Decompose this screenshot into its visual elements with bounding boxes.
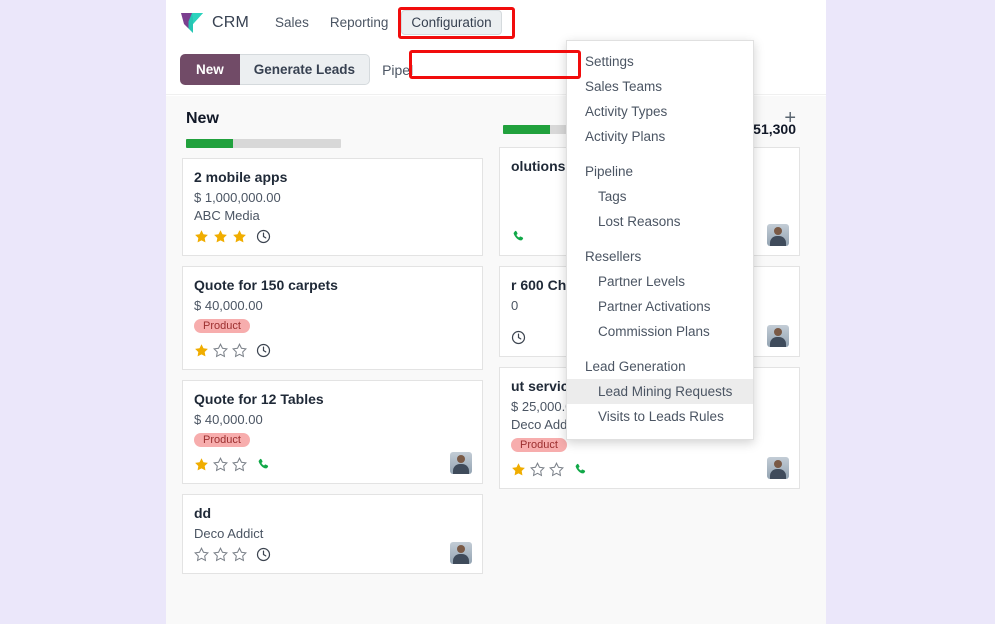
card-footer: [511, 459, 788, 479]
clock-icon[interactable]: [511, 330, 526, 345]
top-navigation-bar: CRM Sales Reporting Configuration: [166, 0, 826, 45]
star-icon[interactable]: [530, 461, 545, 477]
card-amount: $ 40,000.00: [194, 298, 263, 313]
menu-item-settings[interactable]: Settings: [567, 49, 753, 74]
avatar[interactable]: [450, 542, 472, 564]
star-icon[interactable]: [194, 229, 209, 244]
progress-fill: [503, 124, 550, 134]
clock-icon[interactable]: [256, 343, 271, 358]
menu-item-lead-mining-requests[interactable]: Lead Mining Requests: [567, 379, 753, 404]
avatar[interactable]: [767, 325, 789, 347]
card-tag[interactable]: Product: [194, 319, 250, 333]
card-tag[interactable]: Product: [194, 433, 250, 447]
screenshot-root: CRM Sales Reporting Configuration New Ge…: [0, 0, 995, 624]
card-footer: [194, 226, 471, 246]
progress-track: [186, 139, 341, 148]
brand[interactable]: CRM: [180, 12, 249, 34]
nav-links: Sales Reporting Configuration: [267, 10, 502, 35]
menu-group-resellers: Resellers: [585, 249, 642, 264]
star-icon[interactable]: [232, 229, 247, 244]
kanban-column-header: New: [182, 96, 483, 148]
crm-logo-icon: [180, 12, 204, 34]
star-icon[interactable]: [194, 343, 209, 358]
avatar[interactable]: [767, 224, 789, 246]
menu-item-tags[interactable]: Tags: [567, 184, 753, 209]
kanban-column-meter: [186, 139, 479, 148]
plus-icon[interactable]: +: [784, 108, 796, 128]
card-title: Quote for 12 Tables: [194, 391, 324, 407]
menu-group-lead-generation: Lead Generation: [585, 359, 686, 374]
clock-icon[interactable]: [256, 229, 271, 244]
star-icon[interactable]: [232, 456, 247, 472]
menu-item-visits-to-leads-rules[interactable]: Visits to Leads Rules: [567, 404, 753, 429]
progress-fill: [186, 139, 233, 148]
star-icon[interactable]: [549, 461, 564, 477]
menu-group-pipeline: Pipeline: [585, 164, 634, 179]
menu-item-lost-reasons[interactable]: Lost Reasons: [567, 209, 753, 234]
configuration-dropdown-menu: Settings Sales Teams Activity Types Acti…: [566, 40, 754, 440]
star-icon[interactable]: [213, 456, 228, 472]
kanban-card[interactable]: Quote for 150 carpets $ 40,000.00 Produc…: [182, 266, 483, 370]
breadcrumb[interactable]: Pipel: [382, 62, 413, 78]
menu-item-activity-types[interactable]: Activity Types: [567, 99, 753, 124]
card-tag[interactable]: Product: [511, 438, 567, 452]
card-title: dd: [194, 505, 212, 521]
generate-leads-button[interactable]: Generate Leads: [239, 54, 371, 85]
menu-item-partner-levels[interactable]: Partner Levels: [567, 269, 753, 294]
clock-icon[interactable]: [256, 547, 271, 562]
card-amount: $ 40,000.00: [194, 412, 263, 427]
menu-item-partner-activations[interactable]: Partner Activations: [567, 294, 753, 319]
nav-item-reporting[interactable]: Reporting: [322, 10, 397, 35]
star-icon[interactable]: [213, 229, 228, 244]
avatar[interactable]: [450, 452, 472, 474]
kanban-card[interactable]: dd Deco Addict: [182, 494, 483, 574]
star-icon[interactable]: [232, 342, 247, 358]
kanban-card[interactable]: Quote for 12 Tables $ 40,000.00 Product: [182, 380, 483, 484]
star-icon[interactable]: [511, 462, 526, 477]
nav-item-sales[interactable]: Sales: [267, 10, 317, 35]
card-partner: ABC Media: [194, 208, 260, 223]
menu-item-sales-teams[interactable]: Sales Teams: [567, 74, 753, 99]
new-button[interactable]: New: [180, 54, 240, 85]
crm-application-window: CRM Sales Reporting Configuration New Ge…: [166, 0, 826, 624]
card-title: Quote for 150 carpets: [194, 277, 338, 293]
star-icon[interactable]: [194, 457, 209, 472]
menu-item-commission-plans[interactable]: Commission Plans: [567, 319, 753, 344]
kanban-column-new: New 2 mobile apps $ 1,000,000.00 ABC Med…: [174, 96, 491, 624]
card-partner: Deco Addict: [194, 526, 264, 541]
star-icon[interactable]: [194, 546, 209, 562]
avatar[interactable]: [767, 457, 789, 479]
kanban-column-title: New: [186, 110, 219, 127]
card-title: 2 mobile apps: [194, 169, 288, 185]
menu-item-activity-plans[interactable]: Activity Plans: [567, 124, 753, 149]
card-footer: [194, 340, 471, 360]
star-icon[interactable]: [213, 546, 228, 562]
star-icon[interactable]: [232, 546, 247, 562]
card-footer: [194, 454, 471, 474]
nav-item-configuration[interactable]: Configuration: [401, 10, 502, 35]
card-amount: $ 1,000,000.00: [194, 190, 281, 205]
phone-icon[interactable]: [511, 229, 526, 244]
star-icon[interactable]: [213, 342, 228, 358]
phone-icon[interactable]: [573, 462, 588, 477]
brand-name: CRM: [212, 13, 250, 31]
kanban-card[interactable]: 2 mobile apps $ 1,000,000.00 ABC Media: [182, 158, 483, 256]
card-footer: [194, 544, 471, 564]
phone-icon[interactable]: [256, 457, 271, 472]
